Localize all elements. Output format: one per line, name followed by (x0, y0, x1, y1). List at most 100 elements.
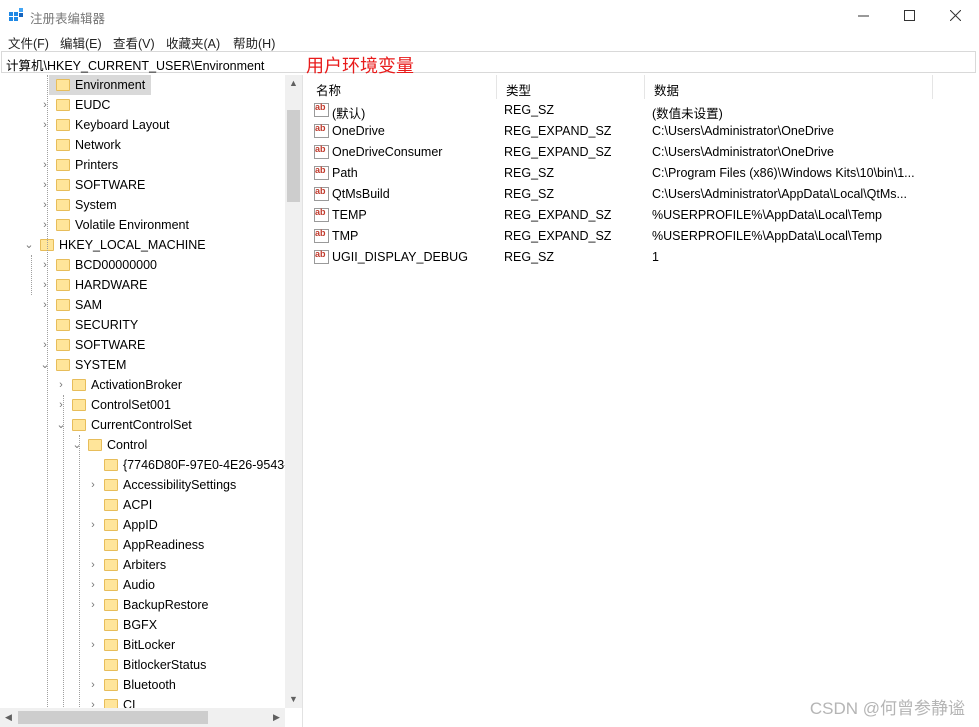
tree-item[interactable]: BGFX (0, 615, 285, 635)
value-data: %USERPROFILE%\AppData\Local\Temp (652, 208, 882, 222)
expand-arrow-icon[interactable]: › (88, 518, 98, 532)
address-path[interactable]: 计算机\HKEY_CURRENT_USER\Environment (6, 55, 264, 74)
column-header-data[interactable]: 数据 (645, 75, 933, 99)
menu-file[interactable]: 文件(F) (8, 33, 49, 52)
scroll-right-icon[interactable]: ▶ (268, 708, 285, 727)
tree-hscroll-thumb[interactable] (18, 711, 208, 724)
value-name: (默认) (332, 107, 366, 121)
tree-horizontal-scrollbar[interactable]: ◀ ▶ (0, 708, 285, 727)
value-data: C:\Users\Administrator\AppData\Local\QtM… (652, 187, 907, 201)
tree-item[interactable]: ⌄ CurrentControlSet (0, 415, 285, 435)
value-row[interactable]: ab (默认) REG_SZ (数值未设置) (307, 100, 979, 121)
string-value-icon: ab (314, 102, 329, 117)
tree-item[interactable]: › BCD00000000 (0, 255, 285, 275)
collapse-arrow-icon[interactable]: ⌄ (72, 438, 82, 452)
tree-item-label: BackupRestore (123, 598, 209, 612)
tree-item[interactable]: › AccessibilitySettings (0, 475, 285, 495)
menu-help[interactable]: 帮助(H) (233, 33, 275, 52)
tree-item[interactable]: › Volatile Environment (0, 215, 285, 235)
value-type: REG_SZ (504, 166, 555, 180)
tree-item-label: BGFX (123, 618, 158, 632)
tree-guide-line (79, 435, 80, 715)
collapse-arrow-icon[interactable]: ⌄ (24, 238, 34, 252)
menu-view[interactable]: 查看(V) (113, 33, 155, 52)
minimize-button[interactable] (840, 0, 886, 31)
expand-arrow-icon[interactable]: › (40, 98, 50, 112)
folder-icon (56, 179, 70, 191)
expand-arrow-icon[interactable]: › (88, 598, 98, 612)
expand-arrow-icon[interactable]: › (40, 298, 50, 312)
expand-arrow-icon[interactable]: › (40, 198, 50, 212)
tree-item[interactable]: › Keyboard Layout (0, 115, 285, 135)
tree-item[interactable]: › ActivationBroker (0, 375, 285, 395)
column-header-type[interactable]: 类型 (497, 75, 645, 99)
expand-arrow-icon[interactable]: › (40, 158, 50, 172)
tree-item[interactable]: ⌄ SYSTEM (0, 355, 285, 375)
tree-item[interactable]: › HARDWARE (0, 275, 285, 295)
folder-icon (88, 439, 102, 451)
tree-item[interactable]: › SAM (0, 295, 285, 315)
tree-item[interactable]: › Audio (0, 575, 285, 595)
scroll-down-icon[interactable]: ▼ (285, 691, 302, 708)
tree-item[interactable]: › ControlSet001 (0, 395, 285, 415)
tree-item[interactable]: › System (0, 195, 285, 215)
tree-item[interactable]: ⌄ HKEY_LOCAL_MACHINE (0, 235, 285, 255)
folder-icon (56, 139, 70, 151)
tree-item[interactable]: ⌄ Control (0, 435, 285, 455)
expand-arrow-icon[interactable]: › (40, 338, 50, 352)
maximize-button[interactable] (886, 0, 932, 31)
expand-arrow-icon[interactable]: › (40, 278, 50, 292)
tree-item[interactable]: › SOFTWARE (0, 175, 285, 195)
menu-edit[interactable]: 编辑(E) (60, 33, 102, 52)
folder-icon (56, 339, 70, 351)
tree-item[interactable]: › AppID (0, 515, 285, 535)
tree-item[interactable]: › BackupRestore (0, 595, 285, 615)
value-row[interactable]: ab QtMsBuild REG_SZ C:\Users\Administrator\… (307, 184, 979, 205)
expand-arrow-icon[interactable]: › (88, 638, 98, 652)
value-row[interactable]: ab OneDriveConsumer REG_EXPAND_SZ C:\Users\… (307, 142, 979, 163)
expand-arrow-icon[interactable]: › (40, 218, 50, 232)
tree-item-label: Printers (75, 158, 119, 172)
scroll-up-icon[interactable]: ▲ (285, 75, 302, 92)
expand-arrow-icon[interactable]: › (88, 578, 98, 592)
value-row[interactable]: ab TMP REG_EXPAND_SZ %USERPROFILE%\AppData\… (307, 226, 979, 247)
tree-item[interactable]: › Arbiters (0, 555, 285, 575)
value-row[interactable]: ab Path REG_SZ C:\Program Files (x86)\Windo… (307, 163, 979, 184)
tree-item[interactable]: SECURITY (0, 315, 285, 335)
title-bar: 注册表编辑器 (0, 0, 979, 31)
value-data: C:\Program Files (x86)\Windows Kits\10\b… (652, 166, 915, 180)
value-type: REG_SZ (504, 250, 555, 264)
tree-item[interactable]: › Printers (0, 155, 285, 175)
value-row[interactable]: ab UGII_DISPLAY_DEBUG REG_SZ 1 (307, 247, 979, 268)
tree-item[interactable]: BitlockerStatus (0, 655, 285, 675)
tree-item[interactable]: {7746D80F-97E0-4E26-9543- (0, 455, 288, 475)
expand-arrow-icon[interactable]: › (88, 478, 98, 492)
column-header-name[interactable]: 名称 (307, 75, 497, 99)
expand-arrow-icon[interactable]: › (56, 378, 66, 392)
expand-arrow-icon[interactable]: › (40, 178, 50, 192)
tree-scroll-thumb[interactable] (287, 110, 300, 202)
tree-item[interactable]: › SOFTWARE (0, 335, 285, 355)
tree-item[interactable]: Network (0, 135, 285, 155)
tree-vertical-scrollbar[interactable]: ▲ ▼ (285, 75, 302, 708)
menu-favorites[interactable]: 收藏夹(A) (166, 33, 220, 52)
scroll-left-icon[interactable]: ◀ (0, 708, 17, 727)
value-data: (数值未设置) (652, 107, 723, 121)
tree-item[interactable]: AppReadiness (0, 535, 285, 555)
tree-item[interactable]: › Bluetooth (0, 675, 285, 695)
address-bar[interactable]: 计算机\HKEY_CURRENT_USER\Environment 用户环境变量 (1, 51, 976, 76)
expand-arrow-icon[interactable]: › (88, 558, 98, 572)
expand-arrow-icon[interactable]: › (56, 398, 66, 412)
close-button[interactable] (932, 0, 978, 31)
collapse-arrow-icon[interactable]: ⌄ (40, 358, 50, 372)
expand-arrow-icon[interactable]: › (88, 678, 98, 692)
collapse-arrow-icon[interactable]: ⌄ (56, 418, 66, 432)
tree-item[interactable]: ACPI (0, 495, 285, 515)
tree-item[interactable]: › BitLocker (0, 635, 285, 655)
expand-arrow-icon[interactable]: › (40, 258, 50, 272)
tree-item[interactable]: Environment (0, 75, 285, 95)
tree-item[interactable]: › EUDC (0, 95, 285, 115)
expand-arrow-icon[interactable]: › (40, 118, 50, 132)
value-row[interactable]: ab OneDrive REG_EXPAND_SZ C:\Users\Administ… (307, 121, 979, 142)
value-row[interactable]: ab TEMP REG_EXPAND_SZ %USERPROFILE%\AppData… (307, 205, 979, 226)
